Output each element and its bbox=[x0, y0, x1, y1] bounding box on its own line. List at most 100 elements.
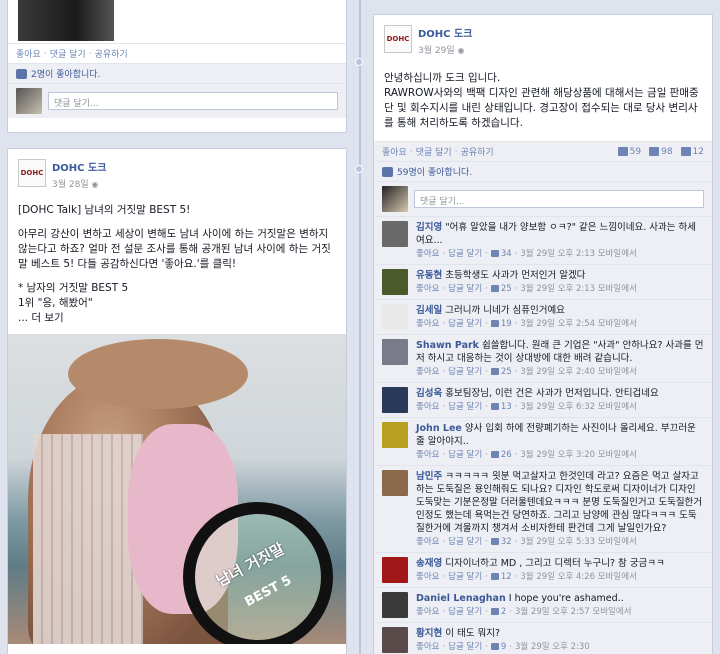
comment-timestamp[interactable]: 3월 29일 오후 6:32 모바일에서 bbox=[520, 402, 637, 412]
comment-list: 김지영 "어휴 알았을 내가 양보함 ㅇㅋ?" 같은 느낌이네요. 사과는 하세… bbox=[374, 216, 712, 654]
avatar[interactable] bbox=[382, 627, 408, 653]
likes-count[interactable]: 59 bbox=[617, 146, 641, 157]
thumbs-up-icon bbox=[490, 320, 499, 327]
post-photo-thumbnail[interactable] bbox=[18, 0, 114, 41]
comment-author[interactable]: 김세일 bbox=[416, 305, 442, 316]
comment-like-link[interactable]: 좋아요 bbox=[416, 284, 439, 294]
avatar[interactable] bbox=[382, 339, 408, 365]
comment-input[interactable]: 댓글 달기... bbox=[414, 190, 704, 208]
see-more-link[interactable]: ... 더 보기 bbox=[18, 311, 336, 326]
comment-composer: 댓글 달기... bbox=[8, 83, 346, 118]
page-logo[interactable]: DOHC bbox=[18, 159, 46, 187]
comment-author[interactable]: 유동현 bbox=[416, 270, 442, 281]
avatar[interactable] bbox=[382, 221, 408, 247]
comment-text: "어휴 알았을 내가 양보함 ㅇㅋ?" 같은 느낌이네요. 사과는 하세여요..… bbox=[416, 222, 696, 246]
comment-body: 김성욱 홍보팀장님, 이런 건은 사과가 먼저입니다. 안티겁네요 좋아요 · 답글 … bbox=[416, 387, 704, 414]
comment-like-count[interactable]: 25 bbox=[490, 284, 512, 294]
comment-author[interactable]: 송재영 bbox=[416, 558, 442, 569]
comment-body: 송재영 디자이너하고 MD , 그리고 디렉터 누구니? 참 궁금ㅋㅋ 좋아요 · 답… bbox=[416, 557, 704, 584]
comment-author[interactable]: 김지영 bbox=[416, 222, 442, 233]
share-link[interactable]: 공유하기 bbox=[95, 47, 128, 60]
comment-author[interactable]: 김성욱 bbox=[416, 388, 442, 399]
comment-like-link[interactable]: 좋아요 bbox=[416, 319, 439, 329]
avatar[interactable] bbox=[382, 304, 408, 330]
post-body: [DOHC Talk] 남녀의 거짓말 BEST 5! 아무리 강산이 변하고 … bbox=[8, 193, 346, 326]
comment-like-link[interactable]: 좋아요 bbox=[416, 537, 439, 547]
comment-timestamp[interactable]: 3월 29일 오후 2:40 모바일에서 bbox=[520, 367, 637, 377]
comment-like-count[interactable]: 19 bbox=[490, 319, 512, 329]
share-link[interactable]: 공유하기 bbox=[461, 145, 494, 158]
comment-author[interactable]: Shawn Park bbox=[416, 340, 479, 351]
comment-timestamp[interactable]: 3월 29일 오후 2:13 모바일에서 bbox=[520, 284, 637, 294]
post-date[interactable]: 3월 28일 ◉ bbox=[52, 177, 106, 190]
comment-reply-link[interactable]: 답글 달기 bbox=[448, 642, 482, 652]
comment-reply-link[interactable]: 답글 달기 bbox=[448, 402, 482, 412]
post-date[interactable]: 3월 29일 ◉ bbox=[418, 43, 472, 56]
comment-reply-link[interactable]: 답글 달기 bbox=[448, 607, 482, 617]
likes-count-link[interactable]: 2명이 좋아합니다. bbox=[31, 67, 100, 80]
comment-like-count[interactable]: 26 bbox=[490, 450, 512, 460]
comment-link[interactable]: 댓글 달기 bbox=[416, 145, 452, 158]
comment-like-link[interactable]: 좋아요 bbox=[416, 642, 439, 652]
comment-like-count[interactable]: 13 bbox=[490, 402, 512, 412]
comment-input[interactable]: 댓글 달기... bbox=[48, 92, 338, 110]
comment-like-count[interactable]: 2 bbox=[490, 607, 506, 617]
avatar[interactable] bbox=[382, 592, 408, 618]
comment-like-count[interactable]: 25 bbox=[490, 367, 512, 377]
comment-author[interactable]: 황지현 bbox=[416, 628, 442, 639]
avatar[interactable] bbox=[382, 470, 408, 496]
comment-reply-link[interactable]: 답글 달기 bbox=[448, 367, 482, 377]
avatar bbox=[16, 88, 42, 114]
comment-meta: 좋아요 · 답글 달기 · 26 · 3월 29일 오후 3:20 모바일에서 bbox=[416, 450, 637, 460]
thumbs-up-icon bbox=[490, 608, 499, 615]
comment-like-count[interactable]: 34 bbox=[490, 249, 512, 259]
comments-count[interactable]: 98 bbox=[649, 146, 673, 157]
like-link[interactable]: 좋아요 bbox=[382, 145, 407, 158]
comment-like-link[interactable]: 좋아요 bbox=[416, 367, 439, 377]
comment-like-count[interactable]: 12 bbox=[490, 572, 512, 582]
comment-timestamp[interactable]: 3월 29일 오후 2:57 모바일에서 bbox=[515, 607, 632, 617]
shares-count[interactable]: 12 bbox=[680, 146, 704, 157]
comment-timestamp[interactable]: 3월 29일 오후 2:13 모바일에서 bbox=[520, 249, 637, 259]
comment-reply-link[interactable]: 답글 달기 bbox=[448, 249, 482, 259]
comment-timestamp[interactable]: 3월 29일 오후 4:26 모바일에서 bbox=[520, 572, 637, 582]
comment-like-count[interactable]: 32 bbox=[490, 537, 512, 547]
comment-timestamp[interactable]: 3월 29일 오후 5:33 모바일에서 bbox=[520, 537, 637, 547]
comment-meta: 좋아요 · 답글 달기 · 25 · 3월 29일 오후 2:13 모바일에서 bbox=[416, 284, 637, 294]
comment-like-link[interactable]: 좋아요 bbox=[416, 450, 439, 460]
thumbs-up-icon bbox=[490, 538, 499, 545]
post-body: 안녕하십니까 도크 입니다. RAWROW사와의 백팩 디자인 관련해 해당상품… bbox=[374, 59, 712, 141]
comment-timestamp[interactable]: 3월 29일 오후 2:30 bbox=[515, 642, 590, 652]
page-logo[interactable]: DOHC bbox=[384, 25, 412, 53]
comment-reply-link[interactable]: 답글 달기 bbox=[448, 537, 482, 547]
photo-ring-overlay bbox=[183, 502, 333, 644]
comment-reply-link[interactable]: 답글 달기 bbox=[448, 450, 482, 460]
avatar[interactable] bbox=[382, 422, 408, 448]
comment-like-link[interactable]: 좋아요 bbox=[416, 249, 439, 259]
post-line: 1위 "응, 해봤어" bbox=[18, 297, 93, 309]
comment-reply-link[interactable]: 답글 달기 bbox=[448, 284, 482, 294]
comment-reply-link[interactable]: 답글 달기 bbox=[448, 319, 482, 329]
comment-like-link[interactable]: 좋아요 bbox=[416, 572, 439, 582]
post-photo[interactable]: 남녀 거짓말 BEST 5 bbox=[8, 334, 346, 644]
like-link[interactable]: 좋아요 bbox=[16, 47, 41, 60]
comment-link[interactable]: 댓글 달기 bbox=[50, 47, 86, 60]
comment-timestamp[interactable]: 3월 29일 오후 2:54 모바일에서 bbox=[520, 319, 637, 329]
comment-like-link[interactable]: 좋아요 bbox=[416, 402, 439, 412]
comment-reply-link[interactable]: 답글 달기 bbox=[448, 572, 482, 582]
comment-like-count[interactable]: 9 bbox=[490, 642, 506, 652]
avatar[interactable] bbox=[382, 387, 408, 413]
page-name[interactable]: DOHC 도크 bbox=[52, 159, 106, 174]
comment-author[interactable]: 남민주 bbox=[416, 471, 442, 482]
comment-timestamp[interactable]: 3월 29일 오후 3:20 모바일에서 bbox=[520, 450, 637, 460]
likes-count-link[interactable]: 59명이 좋아합니다. bbox=[397, 165, 472, 178]
avatar[interactable] bbox=[382, 557, 408, 583]
comment-like-link[interactable]: 좋아요 bbox=[416, 607, 439, 617]
comment-bubble-icon bbox=[649, 146, 660, 156]
post-line: * 남자의 거짓말 BEST 5 bbox=[18, 282, 129, 294]
comment-author[interactable]: Daniel Lenaghan bbox=[416, 593, 506, 604]
comment-body: 유동현 초등학생도 사과가 먼저인거 알겠다 좋아요 · 답글 달기 · 25 · 3월 29… bbox=[416, 269, 704, 296]
page-name[interactable]: DOHC 도크 bbox=[418, 25, 472, 40]
comment-author[interactable]: John Lee bbox=[416, 423, 462, 434]
avatar[interactable] bbox=[382, 269, 408, 295]
